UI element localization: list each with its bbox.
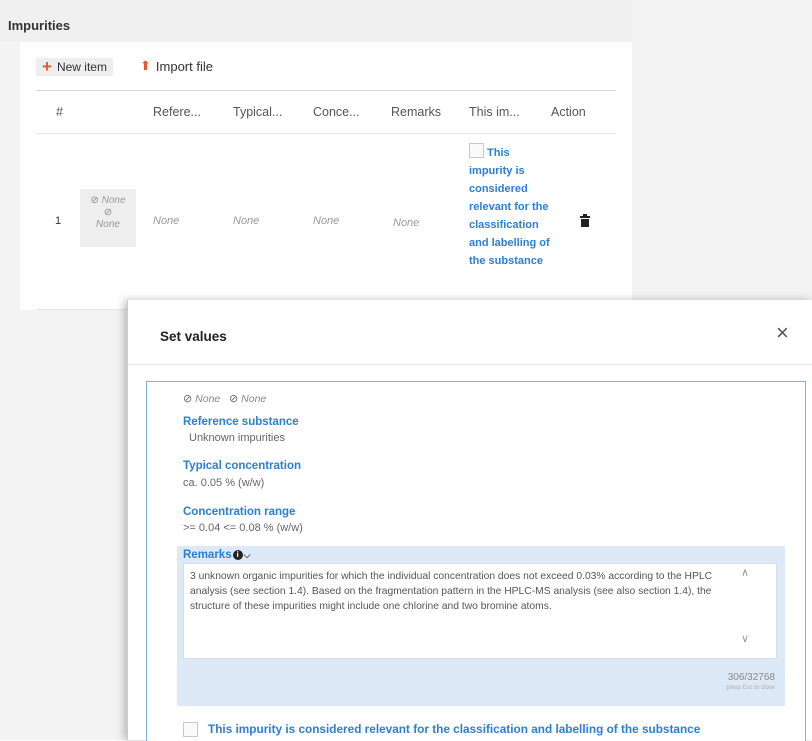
character-counter: 306/32768 bbox=[727, 672, 775, 683]
relevance-label: This impurity is considered relevant for… bbox=[208, 722, 701, 736]
column-header-reference[interactable]: Refere... bbox=[153, 105, 201, 119]
relevance-checkbox[interactable] bbox=[183, 722, 198, 737]
row-number: 1 bbox=[55, 215, 62, 227]
no-entry-icon: ⊘ bbox=[90, 195, 99, 206]
remarks-label-text: Remarks bbox=[183, 549, 232, 561]
reference-substance-value[interactable]: Unknown impurities bbox=[189, 432, 285, 444]
new-item-label: New item bbox=[56, 60, 107, 74]
header-strip bbox=[0, 0, 632, 42]
identifier-2-value: None bbox=[96, 219, 120, 230]
column-header-number[interactable]: # bbox=[56, 105, 63, 119]
dialog-title: Set values bbox=[160, 329, 227, 344]
scroll-up-icon[interactable]: ∧ bbox=[741, 566, 749, 579]
typical-cell[interactable]: None bbox=[233, 215, 259, 227]
relevance-checkbox[interactable] bbox=[469, 143, 484, 158]
identifiers-row[interactable]: ⊘ None ⊘ None bbox=[183, 392, 266, 405]
info-icon[interactable]: i bbox=[232, 550, 243, 560]
set-values-dialog: Set values × ⊘ None ⊘ None Reference sub… bbox=[127, 300, 812, 741]
column-header-relevance[interactable]: This im... bbox=[469, 105, 520, 119]
remarks-textarea[interactable]: 3 unknown organic impurities for which t… bbox=[183, 563, 777, 659]
remarks-label: Remarks i ⌵ bbox=[183, 549, 250, 561]
trash-icon[interactable] bbox=[580, 214, 590, 227]
relevance-flag: This impurity is considered relevant for… bbox=[183, 722, 700, 737]
identifier-1-value: None bbox=[195, 393, 221, 405]
new-item-button[interactable]: + New item bbox=[36, 58, 113, 76]
remarks-field: Remarks i ⌵ 3 unknown organic impurities f… bbox=[177, 546, 785, 706]
plus-icon: + bbox=[42, 57, 52, 76]
reference-substance-label: Reference substance bbox=[183, 416, 299, 428]
section-title: Impurities bbox=[8, 18, 71, 33]
entry-form: ⊘ None ⊘ None Reference substance Unknow… bbox=[146, 381, 806, 741]
table-header: # Refere... Typical... Conce... Remarks … bbox=[36, 90, 616, 134]
import-file-button[interactable]: ⬆ Import file bbox=[140, 58, 213, 74]
column-header-typical[interactable]: Typical... bbox=[233, 105, 282, 119]
no-entry-icon: ⊘ bbox=[103, 207, 113, 218]
column-header-remarks[interactable]: Remarks bbox=[391, 105, 441, 119]
escape-hint: press Esc to close bbox=[726, 685, 775, 691]
typical-concentration-value[interactable]: ca. 0.05 % (w/w) bbox=[183, 477, 264, 489]
identifier-2-value: None bbox=[241, 393, 267, 405]
table-row[interactable]: 1 ⊘ None ⊘ None None None None None This… bbox=[36, 133, 616, 310]
column-header-concentration[interactable]: Conce... bbox=[313, 105, 360, 119]
concentration-range-label: Concentration range bbox=[183, 506, 296, 518]
import-file-icon: ⬆ bbox=[140, 58, 151, 73]
import-file-label: Import file bbox=[155, 58, 213, 74]
concentration-range-value[interactable]: >= 0.04 <= 0.08 % (w/w) bbox=[183, 522, 303, 534]
divider bbox=[128, 364, 812, 365]
remarks-cell[interactable]: None bbox=[393, 217, 419, 229]
reference-cell[interactable]: None bbox=[153, 215, 179, 227]
no-entry-icon: ⊘ bbox=[183, 393, 193, 405]
relevance-cell: This impurity is considered relevant for… bbox=[469, 143, 551, 269]
scroll-down-icon[interactable]: ∨ bbox=[741, 632, 749, 645]
column-header-action: Action bbox=[551, 105, 586, 119]
no-entry-icon: ⊘ bbox=[229, 393, 239, 405]
concentration-cell[interactable]: None bbox=[313, 215, 339, 227]
identifier-cell[interactable]: ⊘ None ⊘ None bbox=[80, 189, 136, 247]
identifier-1-value: None bbox=[101, 195, 126, 206]
typical-concentration-label: Typical concentration bbox=[183, 460, 302, 472]
close-icon[interactable]: × bbox=[776, 322, 789, 344]
chevron-down-icon[interactable]: ⌵ bbox=[244, 550, 251, 560]
relevance-label: This impurity is considered relevant for… bbox=[469, 147, 550, 267]
